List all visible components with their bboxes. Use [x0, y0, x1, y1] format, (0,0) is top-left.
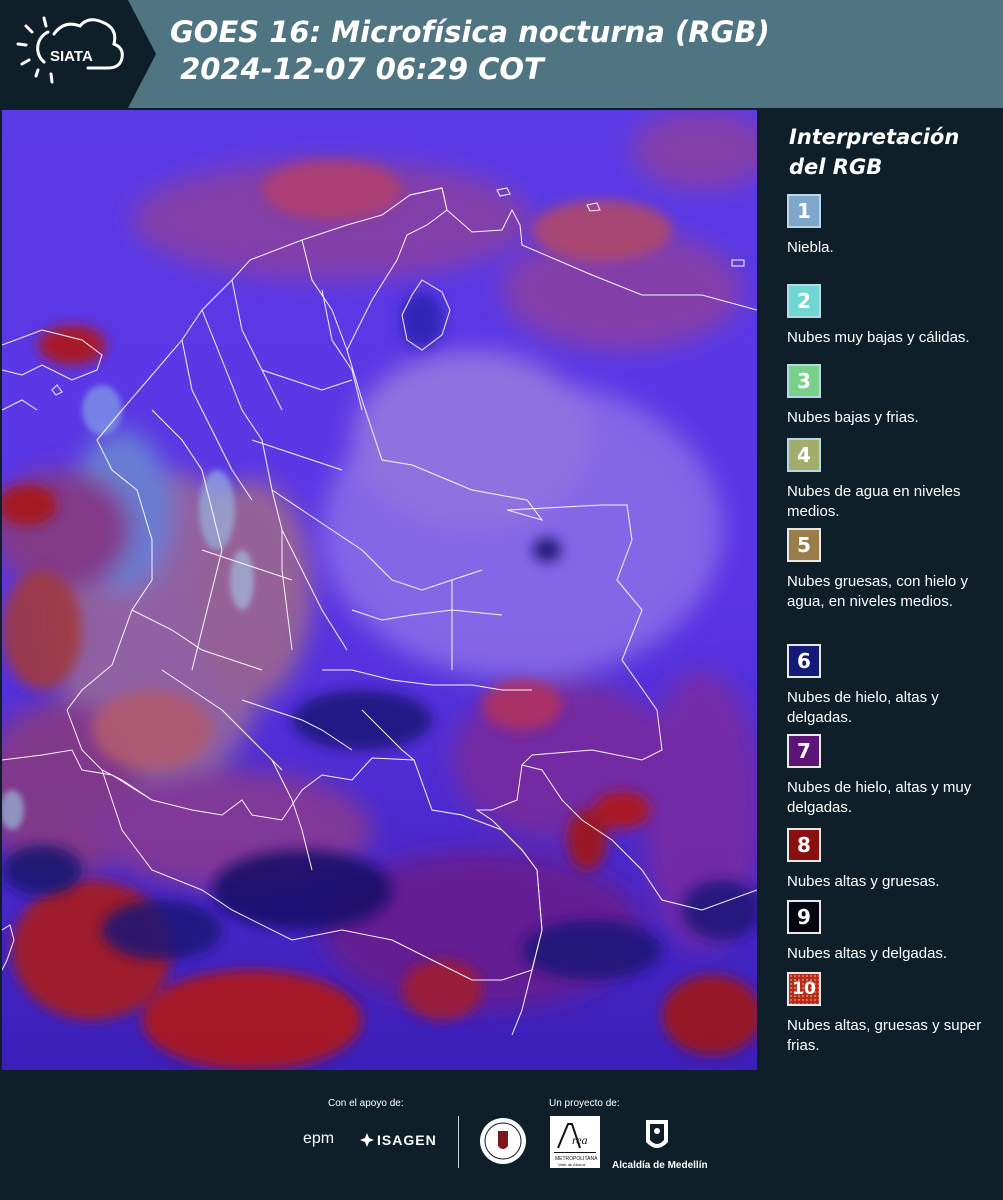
legend-swatch: 9 — [787, 900, 821, 934]
legend-swatch: 10 — [787, 972, 821, 1006]
legend-item: 6 Nubes de hielo, altas y delgadas. — [787, 644, 992, 728]
area-metropolitana-logo: rea METROPOLITANA Valle de Aburrá — [550, 1116, 600, 1168]
satellite-map-svg — [2, 110, 757, 1070]
title-line-1: GOES 16: Microfísica nocturna (RGB) — [170, 15, 770, 49]
legend-swatch: 3 — [787, 364, 821, 398]
legend-label: Nubes de agua en niveles medios. — [787, 483, 961, 520]
legend-swatch: 8 — [787, 828, 821, 862]
header-bar: SIATA GOES 16: Microfísica nocturna (RGB… — [0, 0, 1003, 108]
alcaldia-label: Alcaldía de Medellín — [612, 1160, 708, 1171]
legend-item: 9 Nubes altas y delgadas. — [787, 900, 992, 964]
legend-swatch: 5 — [787, 528, 821, 562]
legend-label: Nubes altas, gruesas y super frias. — [787, 1017, 982, 1054]
footer: Con el apoyo de: Un proyecto de: epm ISA… — [0, 1070, 1003, 1200]
satellite-image — [2, 110, 757, 1070]
footer-divider — [458, 1116, 459, 1168]
legend-swatch: 1 — [787, 194, 821, 228]
legend-item: 2 Nubes muy bajas y cálidas. — [787, 284, 992, 348]
legend-item: 3 Nubes bajas y frias. — [787, 364, 992, 428]
legend-swatch: 4 — [787, 438, 821, 472]
legend-label: Nubes muy bajas y cálidas. — [787, 329, 970, 346]
isagen-star-icon — [360, 1132, 374, 1147]
legend-label: Nubes de hielo, altas y muy delgadas. — [787, 779, 972, 816]
legend-label: Nubes altas y gruesas. — [787, 873, 940, 890]
legend-label: Nubes gruesas, con hielo y agua, en nive… — [787, 573, 968, 610]
title-line-2: 2024-12-07 06:29 COT — [170, 52, 544, 86]
legend-item: 5 Nubes gruesas, con hielo y agua, en niv… — [787, 528, 992, 612]
area-metropolitana-logo-art: rea METROPOLITANA Valle de Aburrá — [554, 1123, 598, 1167]
medellin-shield-icon — [644, 1118, 670, 1156]
siata-logo: SIATA — [0, 0, 128, 108]
legend-label: Nubes de hielo, altas y delgadas. — [787, 689, 939, 726]
legend-swatch: 2 — [787, 284, 821, 318]
legend-item: 10 Nubes altas, gruesas y super frias. — [787, 972, 992, 1056]
svg-text:rea: rea — [572, 1133, 588, 1147]
support-label: Con el apoyo de: — [328, 1098, 404, 1109]
legend-label: Nubes altas y delgadas. — [787, 945, 948, 962]
legend-item: 4 Nubes de agua en niveles medios. — [787, 438, 992, 522]
epm-logo: epm — [303, 1130, 335, 1147]
legend-item: 8 Nubes altas y gruesas. — [787, 828, 992, 892]
svg-text:Valle de Aburrá: Valle de Aburrá — [558, 1162, 586, 1167]
sun-cloud-icon: SIATA — [16, 16, 124, 84]
legend-panel: Interpretación del RGB 1 Niebla. 2 Nubes mu… — [762, 110, 1003, 1070]
page-title: GOES 16: Microfísica nocturna (RGB) 2024… — [170, 14, 770, 88]
isagen-logo: ISAGEN — [377, 1132, 437, 1148]
legend-item: 7 Nubes de hielo, altas y muy delgadas. — [787, 734, 992, 818]
legend-item: 1 Niebla. — [787, 194, 992, 258]
legend-label: Niebla. — [787, 239, 834, 256]
legend-swatch: 7 — [787, 734, 821, 768]
university-seal-icon — [478, 1116, 528, 1166]
logo-arrow-shape — [128, 0, 156, 108]
legend-swatch: 6 — [787, 644, 821, 678]
legend-title: Interpretación del RGB — [789, 125, 960, 179]
svg-text:SIATA: SIATA — [50, 48, 93, 65]
legend-label: Nubes bajas y frias. — [787, 409, 919, 426]
project-label: Un proyecto de: — [549, 1098, 620, 1109]
